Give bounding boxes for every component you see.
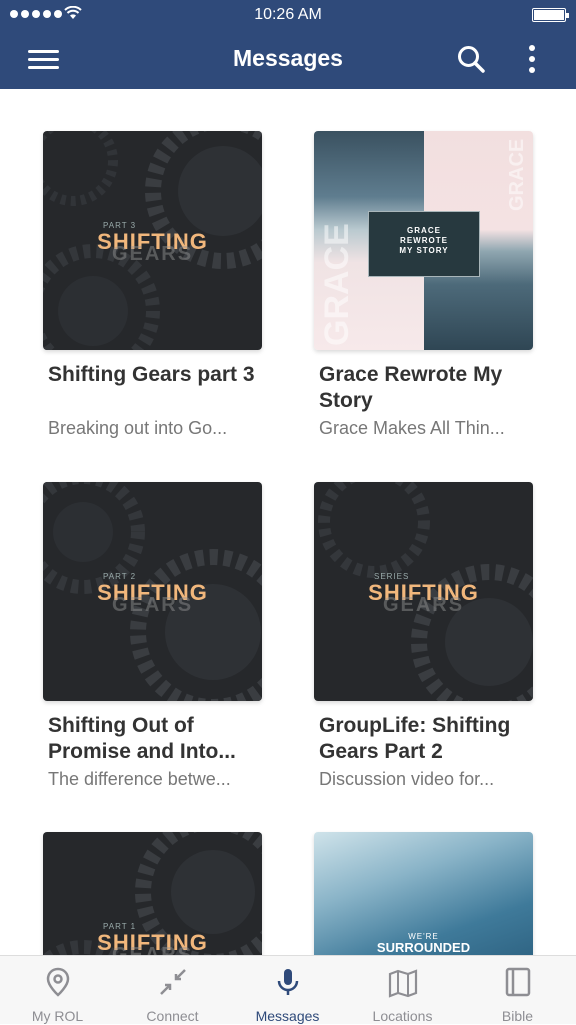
tab-label: Connect: [146, 1008, 199, 1024]
messages-grid: PART 3 SHIFTING GEARS Shifting Gears par…: [0, 89, 576, 955]
art-vertical-text: GRACE: [318, 223, 356, 346]
status-bar: 10:26 AM: [0, 0, 576, 30]
art-title: SURROUNDED: [376, 940, 471, 955]
more-options-icon[interactable]: [520, 43, 544, 75]
art-subtitle: GEARS: [382, 594, 465, 616]
message-title: GroupLife: Shifting Gears Part 2: [319, 714, 511, 763]
message-card[interactable]: GRACE GRACE GRACE REWROTE MY STORY Grace…: [314, 131, 533, 440]
tab-label: Bible: [501, 1008, 534, 1024]
message-thumbnail: PART 3 SHIFTING GEARS: [43, 131, 262, 350]
tab-my-rol[interactable]: My ROL: [0, 956, 115, 1025]
navigation-bar: Messages: [0, 30, 576, 89]
tab-bible[interactable]: Bible: [460, 956, 575, 1025]
book-icon: [505, 967, 531, 997]
message-title: Grace Rewrote My Story: [319, 363, 503, 412]
microphone-icon: [277, 969, 299, 995]
tab-bar: My ROL Connect Messages Locations Bible: [0, 955, 576, 1024]
tab-connect[interactable]: Connect: [115, 956, 230, 1025]
tab-label: Locations: [372, 1008, 433, 1024]
art-line: REWROTE: [400, 236, 448, 245]
message-thumbnail: PART 2 SHIFTING GEARS: [43, 482, 262, 701]
location-pin-icon: [46, 967, 70, 997]
message-thumbnail: GRACE GRACE GRACE REWROTE MY STORY: [314, 131, 533, 350]
art-vertical-text: GRACE: [506, 138, 528, 211]
tab-label: My ROL: [31, 1008, 84, 1024]
message-thumbnail: SERIES SHIFTING GEARS: [314, 482, 533, 701]
map-icon: [388, 969, 418, 998]
message-card[interactable]: SERIES SHIFTING GEARS GroupLife: Shiftin…: [314, 482, 533, 791]
art-line: GRACE: [407, 226, 441, 235]
message-subtitle: Breaking out into Go...: [48, 418, 228, 438]
message-card[interactable]: WE'RE SURROUNDED: [314, 832, 533, 955]
art-subtitle: GEARS: [111, 243, 194, 265]
search-icon[interactable]: [456, 44, 486, 74]
tab-messages[interactable]: Messages: [230, 956, 345, 1025]
status-time: 10:26 AM: [254, 6, 322, 23]
art-subtitle: GEARS: [111, 944, 194, 955]
message-card[interactable]: PART 1 SHIFTING GEARS: [43, 832, 262, 955]
message-subtitle: The difference betwe...: [48, 769, 231, 789]
message-card[interactable]: PART 2 SHIFTING GEARS Shifting Out of Pr…: [43, 482, 262, 791]
battery-icon: [532, 8, 569, 22]
tab-label: Messages: [255, 1008, 320, 1024]
art-subtitle: GEARS: [111, 594, 194, 616]
message-title: Shifting Gears part 3: [48, 363, 255, 386]
tab-locations[interactable]: Locations: [345, 956, 460, 1025]
art-title-box: GRACE REWROTE MY STORY: [368, 211, 480, 277]
arrows-in-icon: [160, 969, 186, 995]
message-thumbnail: PART 1 SHIFTING GEARS: [43, 832, 262, 955]
message-title: Shifting Out of Promise and Into...: [48, 714, 236, 763]
art-line: MY STORY: [399, 246, 449, 255]
message-subtitle: Grace Makes All Thin...: [319, 418, 505, 438]
message-thumbnail: WE'RE SURROUNDED: [314, 832, 533, 955]
message-subtitle: Discussion video for...: [319, 769, 495, 789]
page-title: Messages: [233, 45, 343, 71]
message-card[interactable]: PART 3 SHIFTING GEARS Shifting Gears par…: [43, 131, 262, 440]
